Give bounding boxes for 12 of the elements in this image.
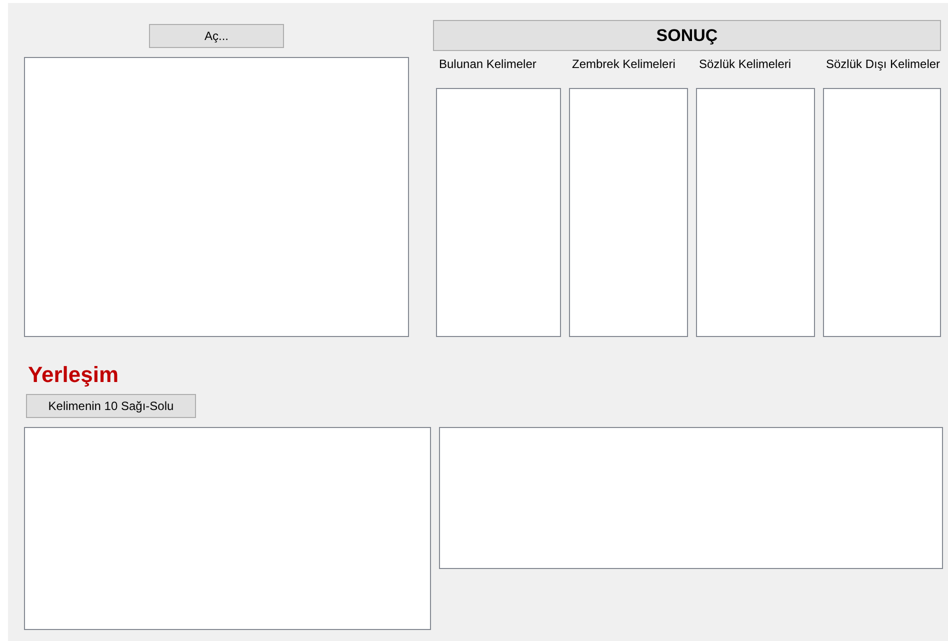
word-list[interactable] bbox=[436, 88, 561, 337]
result-button[interactable]: SONUÇ bbox=[433, 20, 941, 51]
context-button[interactable]: Kelimenin 10 Sağı-Solu bbox=[26, 394, 196, 418]
word-list[interactable] bbox=[823, 88, 941, 337]
column-label: Bulunan Kelimeler bbox=[439, 57, 538, 72]
column-label: Zembrek Kelimeleri bbox=[572, 57, 676, 72]
column-label: Sözlük Dışı Kelimeler bbox=[826, 57, 941, 72]
column-label: Sözlük Kelimeleri bbox=[699, 57, 792, 72]
open-button[interactable]: Aç... bbox=[149, 24, 284, 48]
word-list[interactable] bbox=[696, 88, 815, 337]
section-title: Yerleşim bbox=[28, 362, 119, 388]
word-list[interactable] bbox=[569, 88, 688, 337]
